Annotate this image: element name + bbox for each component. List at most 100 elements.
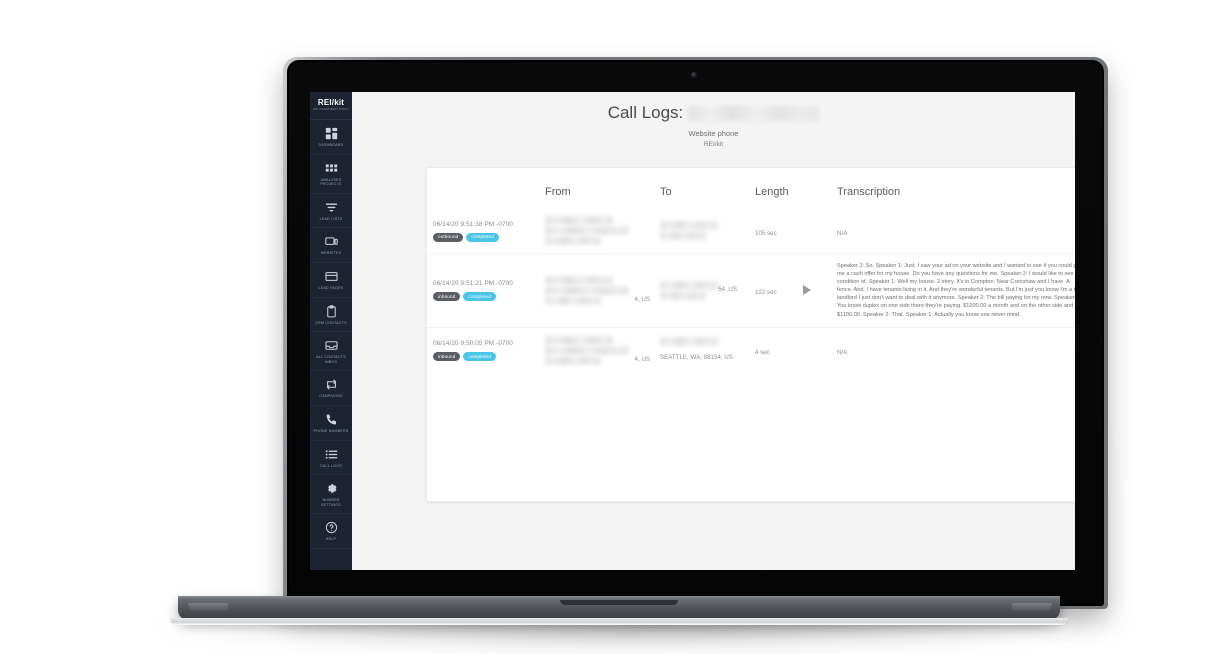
sidebar-item-crm-contacts[interactable]: CRM CONTACTS bbox=[310, 298, 352, 333]
call-timestamp: 06/14/20 9:51:21 PM -0700 bbox=[433, 280, 513, 288]
cell-length: 105 sec bbox=[749, 208, 797, 254]
redacted-to-line-2 bbox=[660, 231, 706, 240]
laptop-screen: REI/kit REI INVESTMENT TOOLS DASHBOARD A… bbox=[310, 92, 1075, 570]
sidebar-item-help[interactable]: HELP bbox=[310, 514, 352, 549]
cell-to bbox=[654, 208, 749, 254]
help-circle-icon bbox=[325, 521, 338, 534]
page-title: Call Logs: bbox=[352, 102, 1075, 124]
sidebar-label-analyses-projects: ANALYSES PROJECTS bbox=[320, 177, 342, 187]
to-value bbox=[660, 221, 743, 240]
webcam-icon bbox=[691, 72, 697, 78]
cell-meta: 06/14/20 9:51:38 PM -0700 outbound compl… bbox=[427, 208, 539, 254]
status-badge-direction: inbound bbox=[433, 292, 461, 302]
cell-transcription: N/A bbox=[831, 326, 1075, 373]
table-row[interactable]: 06/14/20 9:51:21 PM -0700 inbound comple… bbox=[427, 253, 1075, 328]
sidebar: REI/kit REI INVESTMENT TOOLS DASHBOARD A… bbox=[310, 92, 352, 570]
column-header-play bbox=[797, 168, 831, 208]
call-timestamp: 06/14/20 9:51:38 PM -0700 bbox=[433, 220, 513, 228]
cell-from bbox=[539, 208, 654, 254]
status-badge-direction: outbound bbox=[433, 232, 464, 242]
cell-play bbox=[797, 253, 831, 328]
app-logo[interactable]: REI/kit REI INVESTMENT TOOLS bbox=[310, 92, 352, 120]
grid-icon bbox=[325, 127, 338, 140]
redacted-from-line-3 bbox=[545, 236, 601, 245]
to-value: 54, US bbox=[660, 280, 743, 300]
column-header-meta bbox=[427, 168, 539, 208]
cell-length: 4 sec bbox=[749, 326, 797, 373]
status-badge-status: completed bbox=[463, 292, 496, 302]
cell-meta: 06/14/20 9:50:05 PM -0700 inbound comple… bbox=[427, 326, 539, 373]
page-title-text: Call Logs: bbox=[607, 103, 684, 122]
sidebar-label-call-logs: CALL LOGS bbox=[319, 463, 343, 468]
status-badge-direction: inbound bbox=[433, 352, 461, 362]
page-header: Call Logs: Website phone REI/kit bbox=[352, 92, 1075, 149]
to-value: SEATTLE, WA, 98154, US bbox=[660, 336, 743, 364]
cell-to: SEATTLE, WA, 98154, US bbox=[654, 326, 749, 373]
sidebar-item-lead-lists[interactable]: LEAD LISTS bbox=[310, 194, 352, 229]
monitor-icon bbox=[324, 235, 338, 248]
app-logo-text: REI/kit bbox=[317, 98, 345, 107]
table-body: 06/14/20 9:51:38 PM -0700 outbound compl… bbox=[427, 208, 1075, 373]
redacted-from-line-3 bbox=[545, 295, 601, 305]
screenshot-stage: REI/kit REI INVESTMENT TOOLS DASHBOARD A… bbox=[0, 0, 1217, 654]
call-badges: inbound completed bbox=[433, 352, 533, 362]
laptop-base-ledge bbox=[170, 618, 1068, 625]
app-window: REI/kit REI INVESTMENT TOOLS DASHBOARD A… bbox=[310, 92, 1075, 570]
call-length: 122 sec bbox=[755, 289, 777, 297]
sidebar-label-lead-lists: LEAD LISTS bbox=[319, 216, 343, 221]
apps-icon bbox=[325, 162, 338, 175]
redacted-from-line-1 bbox=[545, 275, 613, 285]
call-badges: outbound completed bbox=[433, 232, 533, 242]
sidebar-item-number-settings[interactable]: NUMBER SETTINGS bbox=[310, 475, 352, 515]
gear-icon bbox=[325, 482, 338, 495]
window-icon bbox=[324, 270, 338, 283]
sidebar-item-websites[interactable]: WEBSITES bbox=[310, 228, 352, 263]
redacted-from-line-2 bbox=[545, 345, 629, 355]
from-value: 4, US bbox=[545, 335, 650, 365]
column-header-from: From bbox=[545, 186, 571, 198]
table-row[interactable]: 06/14/20 9:51:38 PM -0700 outbound compl… bbox=[427, 208, 1075, 254]
app-logo-tagline: REI INVESTMENT TOOLS bbox=[313, 108, 349, 111]
sidebar-label-crm-contacts: CRM CONTACTS bbox=[315, 320, 347, 325]
cell-transcription: N/A bbox=[831, 208, 1075, 254]
play-recording-button[interactable] bbox=[803, 285, 811, 296]
table-row[interactable]: 06/14/20 9:50:05 PM -0700 inbound comple… bbox=[427, 326, 1075, 373]
cell-play bbox=[797, 208, 831, 254]
inbox-icon bbox=[324, 339, 338, 352]
sidebar-item-phone-numbers[interactable]: PHONE NUMBERS bbox=[310, 406, 352, 441]
redacted-from-line-2 bbox=[545, 226, 629, 235]
sidebar-item-all-contacts-inbox[interactable]: ALL CONTACTS INBOX bbox=[310, 332, 352, 372]
call-transcription: Speaker 2: So. Speaker 1: Just. I saw yo… bbox=[837, 263, 1075, 318]
sidebar-label-dashboard: DASHBOARD bbox=[318, 143, 344, 147]
sidebar-label-lead-pages: LEAD PAGES bbox=[318, 285, 344, 290]
call-transcription: N/A bbox=[837, 349, 848, 357]
call-logs-table: From To Length Transcription 06/14/20 9:… bbox=[427, 168, 1075, 373]
redacted-from-line-2 bbox=[545, 285, 629, 295]
column-header-transcription: Transcription bbox=[837, 186, 901, 198]
laptop-base-notch bbox=[560, 600, 678, 605]
cell-from: 4, US bbox=[539, 253, 654, 328]
page-subtitle: Website phone bbox=[688, 129, 739, 138]
sidebar-item-lead-pages[interactable]: LEAD PAGES bbox=[310, 263, 352, 298]
redacted-to-line-1 bbox=[660, 336, 718, 346]
sidebar-label-phone-numbers: PHONE NUMBERS bbox=[313, 428, 349, 433]
status-badge-status: completed bbox=[463, 352, 496, 362]
sidebar-item-dashboard[interactable]: DASHBOARD bbox=[310, 120, 352, 155]
sidebar-label-all-contacts-inbox: ALL CONTACTS INBOX bbox=[316, 355, 346, 364]
from-value bbox=[545, 216, 648, 245]
column-header-length: Length bbox=[755, 186, 789, 198]
redacted-from-line-1 bbox=[545, 216, 613, 225]
redacted-phone-number bbox=[688, 105, 820, 121]
list-icon bbox=[325, 448, 338, 461]
filter-icon bbox=[325, 201, 338, 214]
to-location-tail: SEATTLE, WA, 98154, US bbox=[660, 353, 733, 361]
sidebar-item-campaigns[interactable]: CAMPAIGNS bbox=[310, 371, 352, 406]
laptop-foot-left bbox=[188, 603, 228, 612]
redacted-from-line-3 bbox=[545, 355, 601, 365]
sidebar-label-campaigns: CAMPAIGNS bbox=[319, 394, 343, 399]
sidebar-item-call-logs[interactable]: CALL LOGS bbox=[310, 441, 352, 476]
sidebar-item-analyses-projects[interactable]: ANALYSES PROJECTS bbox=[310, 155, 352, 194]
status-badge-status: completed bbox=[466, 232, 499, 242]
cell-length: 122 sec bbox=[749, 253, 797, 328]
cell-transcription: Speaker 2: So. Speaker 1: Just. I saw yo… bbox=[831, 253, 1075, 328]
